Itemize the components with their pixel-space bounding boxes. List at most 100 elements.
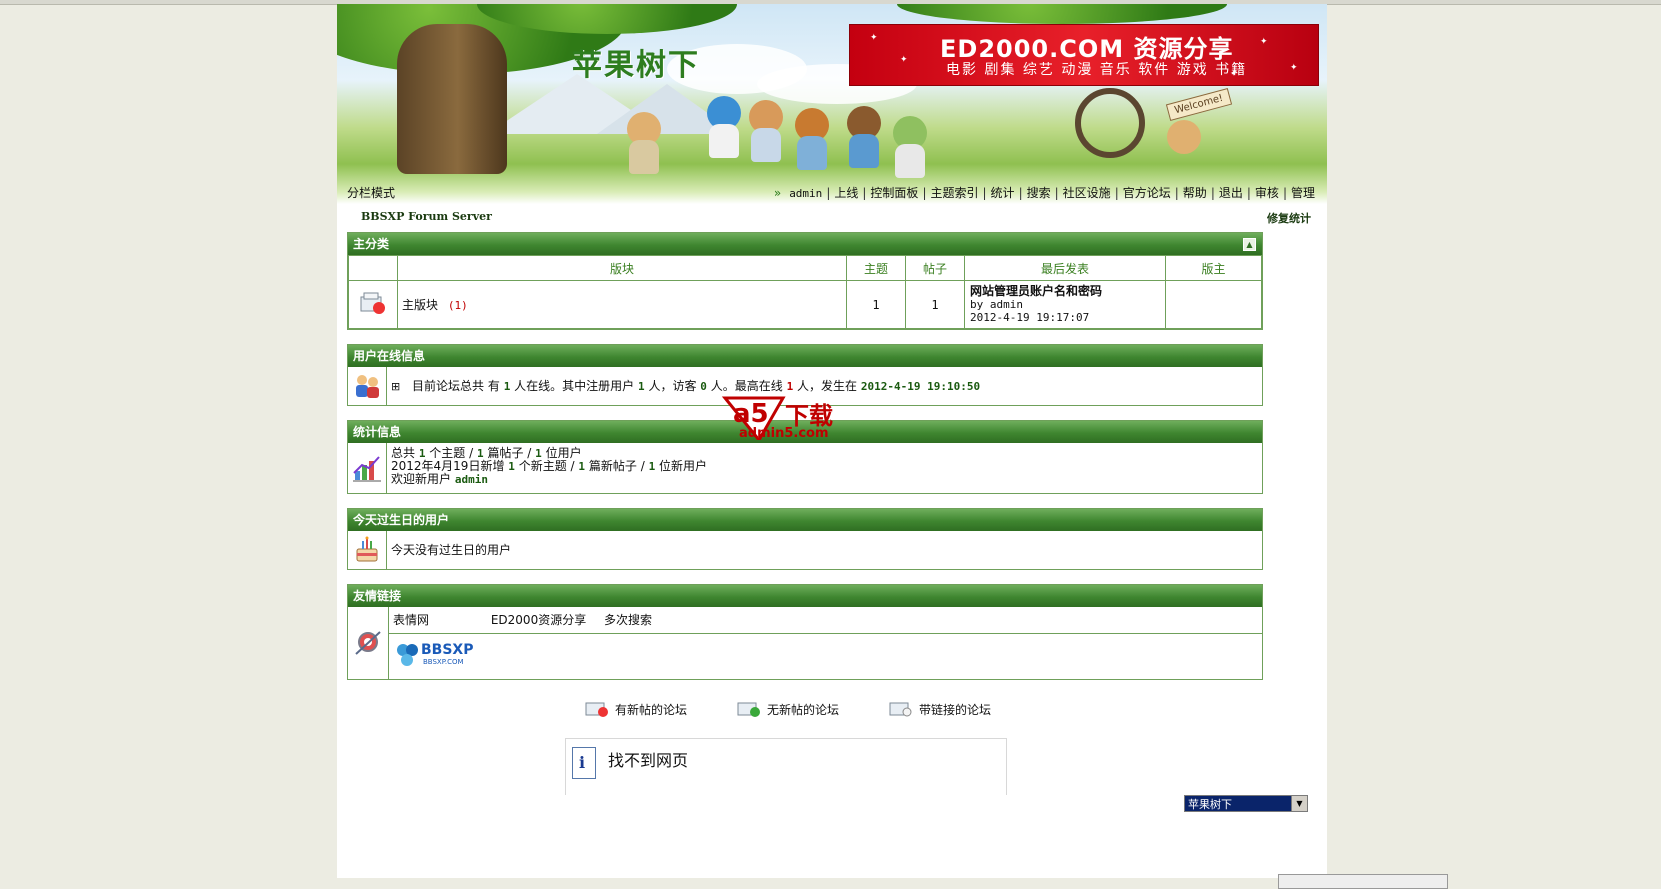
nav-help[interactable]: 帮助 xyxy=(1183,186,1207,200)
forum-jump-value: 苹果树下 xyxy=(1188,798,1232,811)
bbsxp-logo-text: BBSXP xyxy=(421,642,474,658)
nav-arrow-icon: » xyxy=(773,186,782,200)
users-online-icon xyxy=(356,375,379,398)
online-header: 用户在线信息 xyxy=(348,345,1262,367)
last-post-author[interactable]: by admin xyxy=(970,298,1160,311)
error-title: 找不到网页 xyxy=(608,751,689,770)
link-item[interactable]: 表情网 xyxy=(393,613,429,627)
legend-no-new-post: 无新帖的论坛 xyxy=(737,698,839,718)
col-moderator: 版主 xyxy=(1165,255,1262,281)
online-expand-icon[interactable]: ⊞ xyxy=(391,380,400,393)
nav-search[interactable]: 搜索 xyxy=(1027,186,1051,200)
kid-figure xyxy=(629,140,659,174)
birthday-cake-icon xyxy=(356,536,378,562)
links-content: 表情网 ED2000资源分享 多次搜索 BBSXP BBSXP.COM xyxy=(389,607,1262,679)
forum-name-cell: 主版块 (1) xyxy=(397,280,847,329)
nav-official-forum[interactable]: 官方论坛 xyxy=(1123,186,1171,200)
online-peak-time: 2012-4-19 19:10:50 xyxy=(860,380,981,393)
watermark-url: admin5.com xyxy=(739,426,829,441)
site-banner: Welcome! 苹果树下 ✦ ✦ ✦ ✦ ✦ ED2000.COM 资源分享 … xyxy=(337,4,1327,204)
birthday-icon-cell xyxy=(348,531,387,569)
kid-figure xyxy=(797,136,827,170)
forum-jump-select[interactable]: 苹果树下 ▼ xyxy=(1184,795,1308,812)
bbsxp-logo-icon xyxy=(397,644,418,666)
collapse-icon[interactable]: ▲ xyxy=(1243,238,1256,251)
col-forum: 版块 xyxy=(397,255,847,281)
kid-figure xyxy=(751,128,781,162)
stats-line-today: 2012年4月19日新增 1 个新主题 / 1 篇新帖子 / 1 位新用户 xyxy=(391,459,708,474)
category-title: 主分类 xyxy=(353,237,390,251)
legend-link-label: 带链接的论坛 xyxy=(919,703,992,717)
link-item[interactable]: ED2000资源分享 xyxy=(491,613,586,627)
links-icon-cell xyxy=(348,607,389,679)
online-registered: 1 xyxy=(638,380,645,393)
online-text: 人在线。其中注册用户 xyxy=(514,379,635,393)
online-total: 1 xyxy=(503,380,511,393)
tree-canopy xyxy=(897,4,1227,24)
birthday-table: 今天过生日的用户 今天没有过生日的用户 xyxy=(347,508,1263,570)
statistics-chart-icon xyxy=(353,456,381,482)
info-icon: i xyxy=(572,747,596,779)
legend-new-label: 有新帖的论坛 xyxy=(615,703,688,717)
kid-figure xyxy=(709,124,739,158)
nav-community[interactable]: 社区设施 xyxy=(1063,186,1111,200)
col-last-post: 最后发表 xyxy=(964,255,1166,281)
nav-topic-index[interactable]: 主题索引 xyxy=(930,186,978,200)
forum-no-new-post-icon xyxy=(737,698,761,718)
category-table: 主分类 ▲ 版块 主题 帖子 最后发表 版主 主版块 (1) 1 1 网站管理员… xyxy=(347,232,1263,330)
nav-stats[interactable]: 统计 xyxy=(991,186,1015,200)
watermark: a5 下载 admin5.com xyxy=(719,390,859,444)
layout-mode-link[interactable]: 分栏模式 xyxy=(347,184,395,201)
page-not-found-panel: i 找不到网页 xyxy=(565,738,1007,795)
forum-last-post: 网站管理员账户名和密码 by admin 2012-4-19 19:17:07 xyxy=(964,280,1166,329)
forum-moderator xyxy=(1165,280,1262,329)
col-posts: 帖子 xyxy=(905,255,965,281)
nav-links: » admin | 上线 | 控制面板 | 主题索引 | 统计 | 搜索 | 社区设施 | 官方论坛 | 帮助 | 退… xyxy=(773,186,1315,200)
nav-online[interactable]: 上线 xyxy=(834,186,858,200)
friend-links-icon xyxy=(355,631,381,655)
nav-admin[interactable]: 管理 xyxy=(1291,186,1315,200)
links-header: 友情链接 xyxy=(348,585,1262,607)
bbsxp-logo-sub: BBSXP.COM xyxy=(423,658,464,666)
waterwheel xyxy=(1075,88,1145,158)
birthday-header: 今天过生日的用户 xyxy=(348,509,1262,531)
kid-figure xyxy=(895,144,925,178)
repair-stats-link[interactable]: 修复统计 xyxy=(1267,210,1311,226)
tree-trunk xyxy=(397,24,507,174)
col-topics: 主题 xyxy=(846,255,906,281)
table-row: 主版块 (1) 1 1 网站管理员账户名和密码 by admin 2012-4-… xyxy=(348,280,1262,329)
kid-figure xyxy=(849,134,879,168)
ad-subtitle: 电影 剧集 综艺 动漫 音乐 软件 游戏 书籍 xyxy=(946,62,1248,78)
legend-new-post: 有新帖的论坛 xyxy=(585,698,687,718)
category-header: 主分类 ▲ xyxy=(348,233,1262,255)
bbsxp-logo-link[interactable]: BBSXP BBSXP.COM xyxy=(395,642,477,670)
link-item[interactable]: 多次搜索 xyxy=(604,613,652,627)
online-icon-cell xyxy=(348,367,387,405)
col-icon xyxy=(348,255,398,281)
scarecrow xyxy=(1167,120,1201,154)
ad-banner[interactable]: ✦ ✦ ✦ ✦ ✦ ED2000.COM 资源分享 电影 剧集 综艺 动漫 音乐… xyxy=(849,24,1319,86)
forum-posts: 1 xyxy=(905,280,965,329)
nav-user-admin[interactable]: admin xyxy=(789,187,822,200)
last-post-title[interactable]: 网站管理员账户名和密码 xyxy=(970,285,1160,298)
links-text-row: 表情网 ED2000资源分享 多次搜索 xyxy=(389,607,1262,634)
forum-name-link[interactable]: 主版块 xyxy=(402,298,438,312)
nav-control-panel[interactable]: 控制面板 xyxy=(870,186,918,200)
birthday-text: 今天没有过生日的用户 xyxy=(391,543,512,557)
forum-page: Welcome! 苹果树下 ✦ ✦ ✦ ✦ ✦ ED2000.COM 资源分享 … xyxy=(337,4,1327,887)
forum-status-cell xyxy=(348,280,398,329)
legend-none-label: 无新帖的论坛 xyxy=(767,703,840,717)
stats-icon-cell xyxy=(348,443,387,493)
online-text: 人，访客 xyxy=(648,379,697,393)
forum-topics: 1 xyxy=(846,280,906,329)
chevron-down-icon[interactable]: ▼ xyxy=(1291,796,1307,811)
links-logo-row: BBSXP BBSXP.COM xyxy=(389,634,1262,678)
newest-user-link[interactable]: admin xyxy=(455,473,488,486)
forum-new-post-icon xyxy=(360,292,385,314)
friend-links-table: 友情链接 表情网 ED2000资源分享 多次搜索 BBSXP BBSXP.COM xyxy=(347,584,1263,680)
forum-new-post-icon xyxy=(585,698,609,718)
stats-line-newest: 欢迎新用户 admin xyxy=(391,472,488,487)
sub-bar: BBSXP Forum Server 修复统计 xyxy=(361,210,1311,226)
nav-review[interactable]: 审核 xyxy=(1255,186,1279,200)
nav-logout[interactable]: 退出 xyxy=(1219,186,1243,200)
